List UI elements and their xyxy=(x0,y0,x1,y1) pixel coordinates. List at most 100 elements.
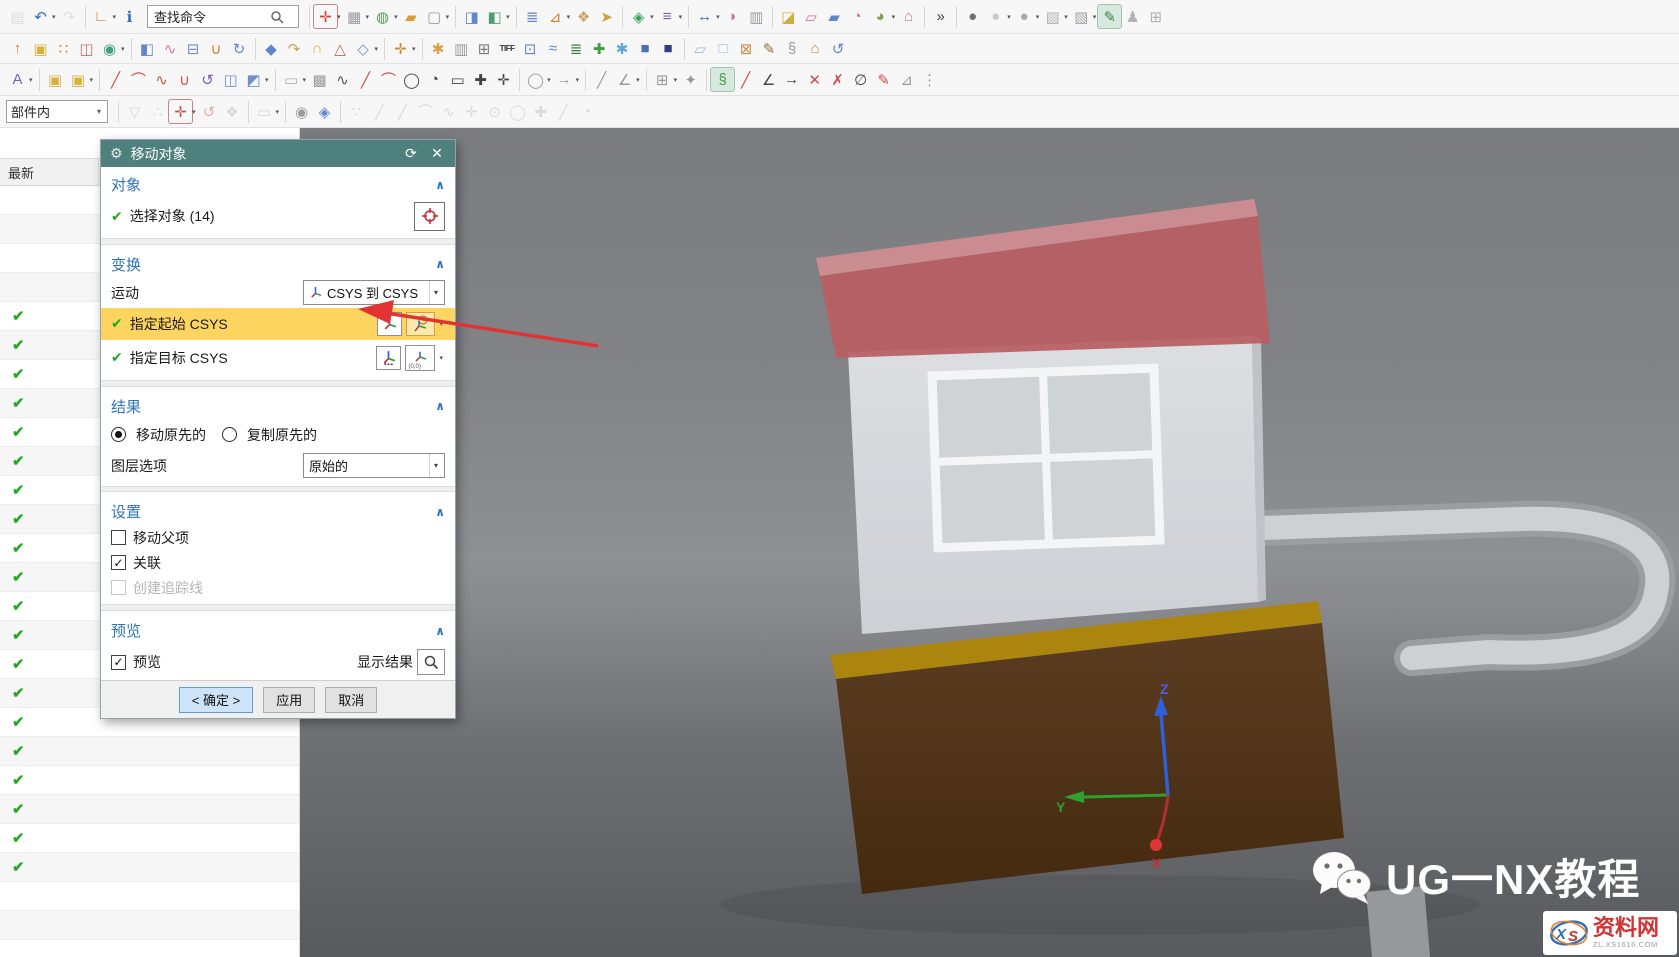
solid-cube-icon[interactable]: ◈ xyxy=(313,100,336,123)
measure-body-icon[interactable]: ⌂ xyxy=(804,37,827,60)
extrude-icon[interactable]: ↑ xyxy=(6,37,29,60)
snap-slash-icon[interactable]: ╱ xyxy=(552,100,575,123)
select-object-button[interactable] xyxy=(414,202,445,231)
move-original-radio[interactable] xyxy=(111,427,126,442)
rectangle-icon[interactable]: ▭ xyxy=(446,68,469,91)
surface-analysis-icon[interactable]: ◗ xyxy=(722,5,745,28)
ellipse-dropdown[interactable]: ▾ xyxy=(547,76,551,84)
datum-plane2-dropdown[interactable]: ▾ xyxy=(265,76,269,84)
revolve-icon[interactable]: ↻ xyxy=(228,37,251,60)
boolean-icon[interactable]: ◧ xyxy=(136,37,159,60)
angle-measure-icon[interactable]: ⊿ xyxy=(895,68,918,91)
sketch-line-icon[interactable]: ╱ xyxy=(354,68,377,91)
ok-button[interactable]: < 确定 > xyxy=(179,687,253,713)
dim-arrow-icon[interactable]: → xyxy=(780,68,803,91)
show-hide-icon[interactable]: ◈ xyxy=(627,5,650,28)
to-csys-origin-button[interactable]: (0,0) xyxy=(405,345,435,371)
motion-dropdown[interactable]: CSYS 到 CSYS ▾ xyxy=(303,280,445,305)
bend-icon[interactable]: ∿ xyxy=(159,37,182,60)
copy-original-radio[interactable] xyxy=(222,427,237,442)
fit-view-icon[interactable]: ✛ xyxy=(314,5,337,28)
preview-checkbox[interactable]: ✓ xyxy=(111,655,126,670)
cube-navy-icon[interactable]: ■ xyxy=(657,37,680,60)
dialog-titlebar[interactable]: ⚙ 移动对象 ⟳ ✕ xyxy=(101,140,455,167)
chevron-more-icon[interactable]: ⋮ xyxy=(918,68,941,91)
select-point-dropdown[interactable]: ▾ xyxy=(192,108,196,116)
move-parent-checkbox[interactable] xyxy=(111,530,126,545)
grab-icon[interactable]: ❖ xyxy=(221,100,244,123)
search-icon[interactable] xyxy=(270,10,284,24)
snap-plus-icon[interactable]: ✚ xyxy=(529,100,552,123)
wire-cube-dropdown[interactable]: ▾ xyxy=(375,45,379,53)
thicken-icon[interactable]: ⊟ xyxy=(182,37,205,60)
shaded-light-icon[interactable]: ● xyxy=(984,5,1007,28)
cancel-button[interactable]: 取消 xyxy=(325,687,377,713)
window-dropdown[interactable]: ▾ xyxy=(446,13,450,21)
datum-plane2-icon[interactable]: ◩ xyxy=(242,68,265,91)
undo-dropdown[interactable]: ▾ xyxy=(52,13,56,21)
tiff-export-icon[interactable]: TIFF xyxy=(496,37,519,60)
corner-dropdown[interactable]: ▾ xyxy=(636,76,640,84)
snap-cross-icon[interactable]: ✛ xyxy=(460,100,483,123)
datum-csys-dropdown[interactable]: ▾ xyxy=(113,13,117,21)
render-style-icon[interactable]: ◍ xyxy=(371,5,394,28)
curve-comb-icon[interactable]: ≡ xyxy=(656,5,679,28)
snap-circle-icon[interactable]: ◯ xyxy=(506,100,529,123)
layer-option-dropdown[interactable]: 原始的 ▾ xyxy=(303,453,445,478)
visual-report-icon[interactable]: ⊡ xyxy=(519,37,542,60)
pan-icon[interactable]: ❖ xyxy=(572,5,595,28)
snap-dots-icon[interactable]: ∴ xyxy=(146,100,169,123)
redo-icon[interactable]: ↷ xyxy=(58,5,81,28)
marquee-dropdown[interactable]: ▾ xyxy=(276,108,280,116)
sheet-flip-icon[interactable]: ↷ xyxy=(283,37,306,60)
pen-icon[interactable]: ✎ xyxy=(872,68,895,91)
point-icon[interactable]: ✛ xyxy=(492,68,515,91)
measure-dropdown[interactable]: ▾ xyxy=(716,13,720,21)
annotation-icon[interactable]: A xyxy=(6,68,29,91)
pyramid-icon[interactable]: △ xyxy=(329,37,352,60)
section-preview[interactable]: 预览 ∧ xyxy=(101,615,455,644)
feature-row[interactable]: ✔ xyxy=(0,737,299,766)
polygon-icon[interactable]: ✚ xyxy=(469,68,492,91)
from-csys-dialog-button[interactable] xyxy=(406,312,435,336)
true-shading-icon[interactable]: ✎ xyxy=(1098,5,1121,28)
slab-icon[interactable]: ∩ xyxy=(306,37,329,60)
pale-corner-icon[interactable]: □ xyxy=(712,37,735,60)
sphere-feature-icon[interactable]: ◉ xyxy=(98,37,121,60)
delete-dim-icon[interactable]: ✕ xyxy=(803,68,826,91)
window-icon[interactable]: ▢ xyxy=(423,5,446,28)
helix-icon[interactable]: ↺ xyxy=(196,68,219,91)
cube-blue-icon[interactable]: ■ xyxy=(634,37,657,60)
shaded-dark-icon[interactable]: ● xyxy=(961,5,984,28)
offset-curve-dropdown[interactable]: ▾ xyxy=(576,76,580,84)
feature-row[interactable] xyxy=(0,940,299,957)
corner-icon[interactable]: ∠ xyxy=(613,68,636,91)
mirror-curve-icon[interactable]: ✦ xyxy=(679,68,702,91)
collapse-chevron-icon[interactable]: ∧ xyxy=(435,624,445,638)
move-face-icon[interactable]: ✛ xyxy=(389,37,412,60)
arc-icon[interactable]: ⌒ xyxy=(127,68,150,91)
collapse-chevron-icon[interactable]: ∧ xyxy=(435,505,445,519)
mirror-display-icon[interactable]: ◧ xyxy=(483,5,506,28)
selection-scope-dropdown[interactable]: 部件内 ▾ xyxy=(6,100,108,123)
wire-cube-icon[interactable]: ◇ xyxy=(352,37,375,60)
deform-icon[interactable]: § xyxy=(781,37,804,60)
work-plane-icon[interactable]: ⊞ xyxy=(1144,5,1167,28)
section-result[interactable]: 结果 ∧ xyxy=(101,391,455,420)
avatar-icon[interactable]: ♟ xyxy=(1121,5,1144,28)
cross-icon[interactable]: ✗ xyxy=(826,68,849,91)
snap-center-icon[interactable]: ⊙ xyxy=(483,100,506,123)
finish-sketch-icon[interactable]: ▩ xyxy=(308,68,331,91)
diameter-icon[interactable]: ∅ xyxy=(849,68,872,91)
shell-icon[interactable]: ∪ xyxy=(205,37,228,60)
shaded-ball-icon[interactable]: ◉ xyxy=(290,100,313,123)
rotate-point-icon[interactable]: ↺ xyxy=(198,100,221,123)
pattern-feature-icon[interactable]: ∷ xyxy=(52,37,75,60)
sketch-arc-icon[interactable]: ⌒ xyxy=(377,68,400,91)
render-machine-icon[interactable]: ▥ xyxy=(450,37,473,60)
snap-line-icon[interactable]: ╱ xyxy=(368,100,391,123)
dim-angle-icon[interactable]: ∠ xyxy=(757,68,780,91)
select-object-row[interactable]: ✔ 选择对象 (14) xyxy=(101,198,455,234)
dome-surface-dropdown[interactable]: ▾ xyxy=(892,13,896,21)
refresh-icon[interactable]: ↺ xyxy=(827,37,850,60)
